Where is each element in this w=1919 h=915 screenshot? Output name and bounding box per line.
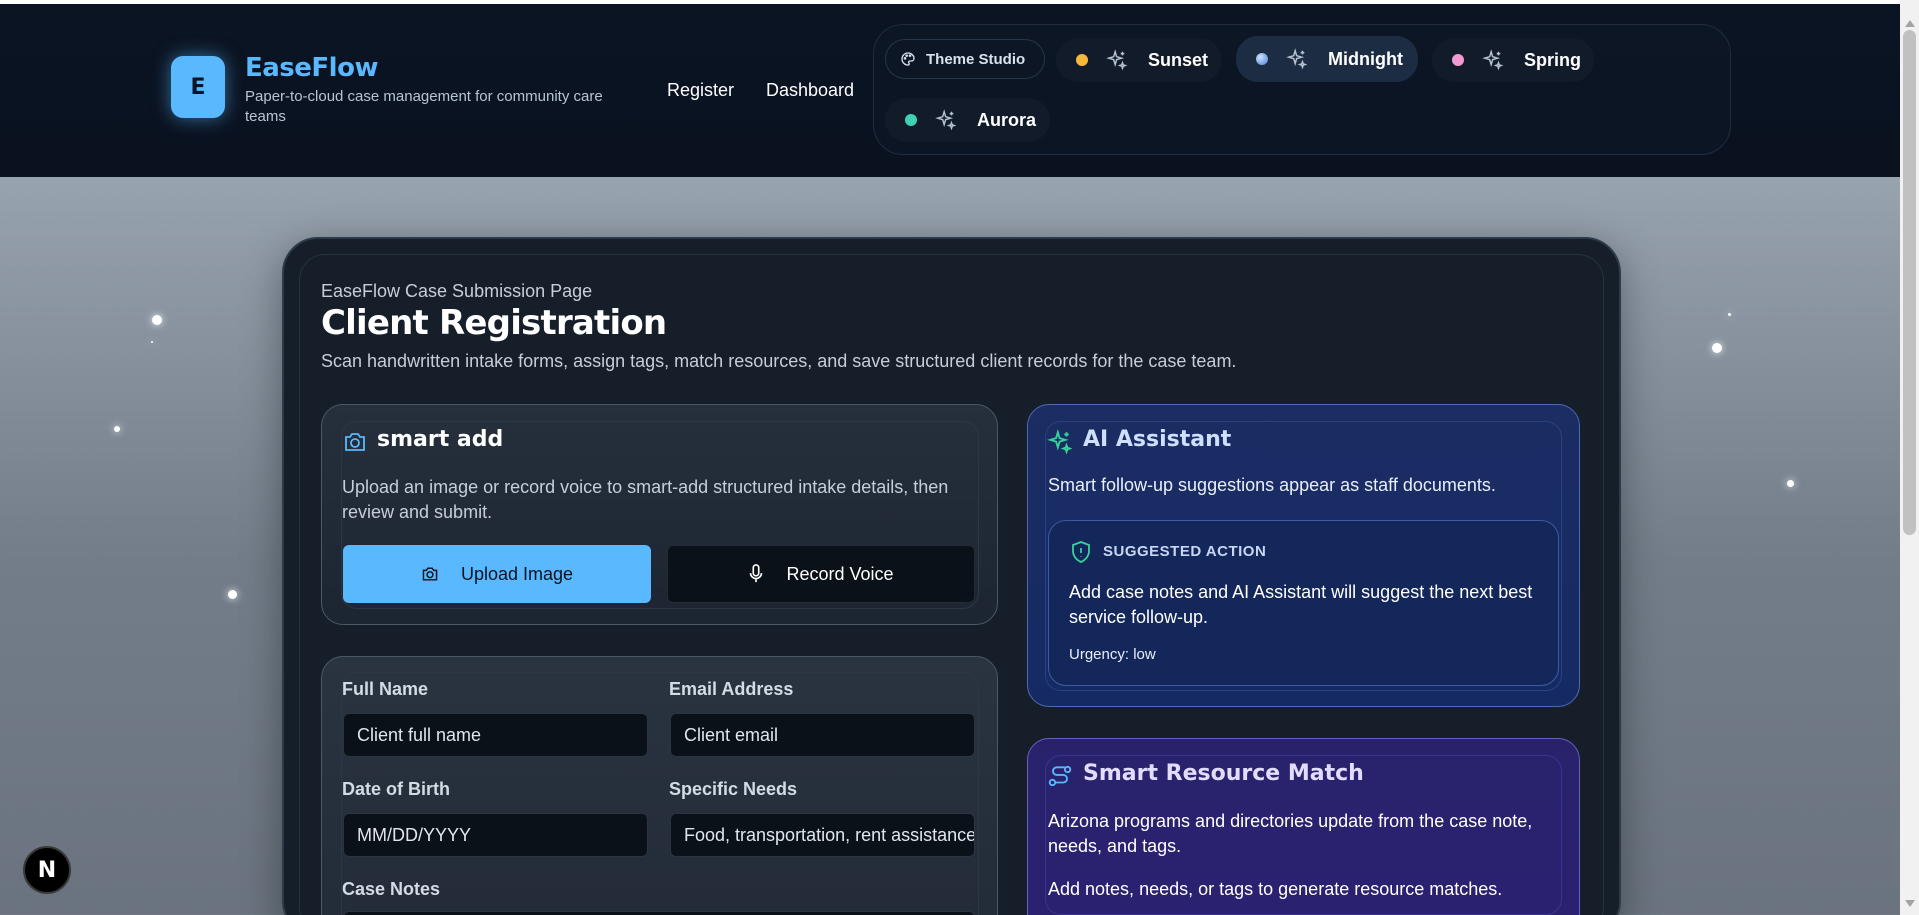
case-notes-textarea[interactable] [343, 911, 975, 915]
microphone-icon [750, 564, 763, 583]
nav-dashboard-link[interactable]: Dashboard [766, 80, 854, 101]
smart-add-description: Upload an image or record voice to smart… [342, 477, 949, 522]
sparkles-icon [1482, 49, 1504, 71]
background-star [228, 590, 237, 599]
brand-title[interactable]: EaseFlow [245, 53, 378, 83]
sparkles-icon [935, 109, 957, 131]
page-kicker: EaseFlow Case Submission Page [321, 281, 593, 301]
case-notes-label: Case Notes [342, 879, 441, 899]
theme-option-label: Aurora [977, 109, 1037, 130]
full-name-input[interactable]: Client full name [343, 713, 648, 757]
theme-option-aurora[interactable]: Aurora [885, 98, 1050, 142]
background-star [1712, 343, 1722, 353]
upload-image-button[interactable]: Upload Image [343, 545, 651, 603]
background-star [1728, 313, 1731, 316]
palette-icon [901, 52, 915, 66]
nav-register-link[interactable]: Register [667, 80, 734, 101]
smart-add-title: smart add [377, 427, 504, 452]
camera-icon [422, 567, 438, 581]
page-description: Scan handwritten intake forms, assign ta… [321, 351, 1237, 371]
theme-option-spring[interactable]: Spring [1432, 38, 1594, 82]
email-label: Email Address [669, 679, 794, 699]
spring-color-dot [1452, 54, 1464, 66]
upload-image-label: Upload Image [460, 563, 574, 584]
background-star [152, 315, 162, 325]
suggested-action-label: SUGGESTED ACTION [1103, 543, 1267, 560]
needs-input[interactable]: Food, transportation, rent assistance [670, 813, 975, 857]
full-name-label: Full Name [342, 679, 429, 699]
record-voice-label: Record Voice [786, 563, 894, 584]
aurora-color-dot [905, 114, 917, 126]
resource-match-title: Smart Resource Match [1083, 761, 1364, 786]
ai-assistant-description: Smart follow-up suggestions appear as st… [1048, 475, 1496, 495]
needs-label: Specific Needs [669, 779, 798, 799]
theme-option-label: Spring [1524, 49, 1581, 70]
sunset-color-dot [1076, 54, 1088, 66]
shield-alert-icon [1072, 541, 1090, 563]
suggested-action-text: Add case notes and AI Assistant will sug… [1069, 582, 1533, 627]
page-title: Client Registration [321, 303, 667, 343]
theme-studio-button[interactable]: Theme Studio [885, 39, 1045, 79]
brand-logo[interactable]: E [171, 56, 225, 118]
theme-option-midnight[interactable]: Midnight [1236, 36, 1418, 82]
ai-assistant-title: AI Assistant [1083, 427, 1232, 452]
midnight-color-dot [1256, 53, 1268, 65]
scroll-down-arrow[interactable] [1905, 900, 1915, 907]
route-icon [1048, 765, 1072, 787]
next-dev-badge[interactable]: N [23, 846, 71, 894]
theme-option-sunset[interactable]: Sunset [1056, 38, 1222, 82]
background-star [114, 426, 120, 432]
background-star [151, 341, 153, 343]
theme-option-label: Sunset [1148, 49, 1209, 70]
sparkles-icon [1286, 48, 1308, 70]
sparkles-icon [1047, 429, 1073, 455]
brand-subtitle: Paper-to-cloud case management for commu… [245, 88, 603, 125]
scrollbar-thumb[interactable] [1903, 30, 1916, 535]
dob-input[interactable]: MM/DD/YYYY [343, 813, 648, 857]
sparkles-icon [1106, 49, 1128, 71]
resource-match-empty-text: Add notes, needs, or tags to generate re… [1048, 879, 1503, 899]
record-voice-button[interactable]: Record Voice [667, 545, 975, 603]
theme-option-label: Midnight [1328, 48, 1403, 69]
email-input[interactable]: Client email [670, 713, 975, 757]
scroll-up-arrow[interactable] [1905, 20, 1915, 27]
resource-match-description: Arizona programs and directories update … [1048, 811, 1533, 856]
dob-label: Date of Birth [342, 779, 450, 799]
background-star [1787, 480, 1794, 487]
theme-studio-label: Theme Studio [926, 50, 1026, 68]
camera-icon [345, 433, 365, 451]
logo-letter: E [190, 74, 206, 100]
urgency-status: Urgency: low [1069, 646, 1156, 663]
